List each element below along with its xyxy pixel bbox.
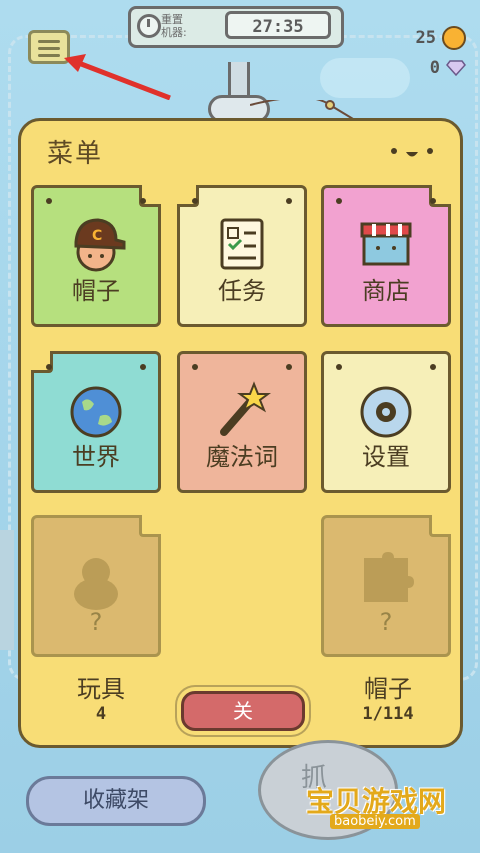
menu-card-tasks[interactable]: 任务	[177, 185, 307, 327]
card-folded-corner	[139, 515, 161, 537]
card-label: 任务	[218, 277, 266, 305]
menu-title: 菜单	[47, 139, 104, 169]
card-label: 商店	[362, 277, 410, 305]
menu-card-magic-words[interactable]: 魔法词	[177, 351, 307, 493]
card-folded-corner	[429, 515, 451, 537]
toys-count: 4	[95, 704, 107, 724]
card-label: ?	[379, 608, 393, 636]
coin-counter: 25	[416, 26, 466, 50]
gem-counter: 0	[430, 58, 466, 78]
card-label: ?	[89, 608, 103, 636]
timer-label: 重置 机器:	[161, 13, 187, 39]
hats-stat: 帽子 1/114	[343, 669, 433, 724]
watermark-url: baobeiy.com	[330, 814, 420, 829]
card-label: 魔法词	[206, 443, 278, 471]
side-strip	[0, 530, 14, 650]
menu-card-hats[interactable]: C 帽子	[31, 185, 161, 327]
menu-card-shop[interactable]: 商店	[321, 185, 451, 327]
magic-wand-icon	[220, 381, 271, 436]
gear-icon	[360, 386, 412, 438]
shop-icon	[360, 222, 412, 266]
menu-panel: 菜单 C 帽子 任务 商店 世界 魔法词 设置 ? ? 玩具 4 帽子 1/11…	[18, 118, 463, 748]
gem-icon	[446, 60, 466, 76]
coin-icon	[442, 26, 466, 50]
menu-card-world[interactable]: 世界	[31, 351, 161, 493]
card-label: 设置	[362, 443, 410, 471]
globe-icon	[70, 386, 122, 438]
toy-silhouette-icon	[74, 558, 118, 610]
collection-shelf-button[interactable]: 收藏架	[26, 776, 206, 826]
checklist-icon	[220, 218, 264, 270]
card-label: 帽子	[72, 277, 120, 305]
toys-label: 玩具	[77, 675, 125, 703]
svg-text:C: C	[92, 228, 102, 244]
menu-card-locked-toy: ?	[31, 515, 161, 657]
menu-card-locked-puzzle: ?	[321, 515, 451, 657]
menu-card-settings[interactable]: 设置	[321, 351, 451, 493]
timer-icon	[137, 14, 161, 38]
timer-value: 27:35	[225, 11, 331, 39]
card-label: 世界	[72, 443, 120, 471]
close-button[interactable]: 关	[181, 691, 305, 731]
hats-count: 1/114	[362, 704, 414, 724]
toys-stat: 玩具 4	[61, 669, 141, 724]
red-arrow-annotation	[64, 54, 171, 100]
cap-face-icon: C	[74, 218, 126, 272]
hats-label: 帽子	[364, 675, 412, 703]
panel-face-icon	[391, 148, 433, 157]
gem-count: 0	[429, 58, 440, 78]
puzzle-icon	[364, 552, 414, 602]
coin-count: 25	[415, 28, 436, 48]
